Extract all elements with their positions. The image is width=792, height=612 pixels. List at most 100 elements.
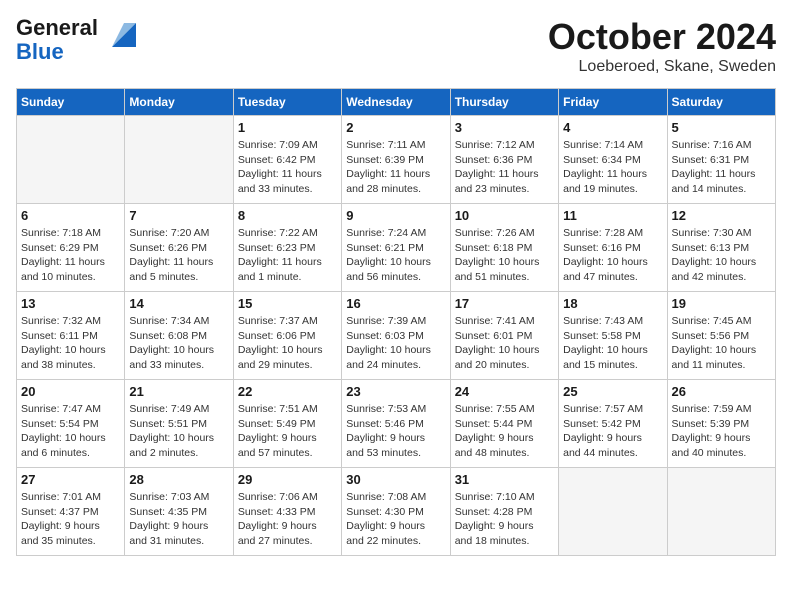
- col-wednesday: Wednesday: [342, 89, 450, 116]
- day-info: Sunrise: 7:45 AM Sunset: 5:56 PM Dayligh…: [672, 314, 771, 373]
- month-title: October 2024: [548, 16, 776, 58]
- table-row: 9 Sunrise: 7:24 AM Sunset: 6:21 PM Daylig…: [342, 204, 450, 292]
- day-number: 18: [563, 296, 662, 311]
- table-row: 2 Sunrise: 7:11 AM Sunset: 6:39 PM Daylig…: [342, 116, 450, 204]
- day-info: Sunrise: 7:24 AM Sunset: 6:21 PM Dayligh…: [346, 226, 445, 285]
- table-row: 26Sunrise: 7:59 AM Sunset: 5:39 PM Dayli…: [667, 380, 775, 468]
- day-number: 1: [238, 120, 337, 135]
- table-row: 20 Sunrise: 7:47 AM Sunset: 5:54 PM Dayli…: [17, 380, 125, 468]
- calendar-table: Sunday Monday Tuesday Wednesday Thursday…: [16, 88, 776, 556]
- logo-icon: [104, 19, 136, 47]
- calendar-week-row: 1 Sunrise: 7:09 AM Sunset: 6:42 PM Daylig…: [17, 116, 776, 204]
- table-row: 7 Sunrise: 7:20 AM Sunset: 6:26 PM Daylig…: [125, 204, 233, 292]
- day-info: Sunrise: 7:49 AM Sunset: 5:51 PM Dayligh…: [129, 402, 228, 461]
- table-row: 28Sunrise: 7:03 AM Sunset: 4:35 PM Dayli…: [125, 468, 233, 556]
- table-row: 13Sunrise: 7:32 AM Sunset: 6:11 PM Dayli…: [17, 292, 125, 380]
- col-sunday: Sunday: [17, 89, 125, 116]
- day-info: Sunrise: 7:43 AM Sunset: 5:58 PM Dayligh…: [563, 314, 662, 373]
- day-info: Sunrise: 7:51 AM Sunset: 5:49 PM Dayligh…: [238, 402, 337, 461]
- day-number: 14: [129, 296, 228, 311]
- table-row: 10 Sunrise: 7:26 AM Sunset: 6:18 PM Dayli…: [450, 204, 558, 292]
- location-subtitle: Loeberoed, Skane, Sweden: [548, 58, 776, 76]
- day-info: Sunrise: 7:57 AM Sunset: 5:42 PM Dayligh…: [563, 402, 662, 461]
- table-row: 6Sunrise: 7:18 AM Sunset: 6:29 PM Daylig…: [17, 204, 125, 292]
- day-number: 6: [21, 208, 120, 223]
- day-info: Sunrise: 7:03 AM Sunset: 4:35 PM Dayligh…: [129, 490, 228, 549]
- day-info: Sunrise: 7:26 AM Sunset: 6:18 PM Dayligh…: [455, 226, 554, 285]
- day-info: Sunrise: 7:28 AM Sunset: 6:16 PM Dayligh…: [563, 226, 662, 285]
- day-number: 3: [455, 120, 554, 135]
- calendar-week-row: 27 Sunrise: 7:01 AM Sunset: 4:37 PM Dayli…: [17, 468, 776, 556]
- day-number: 4: [563, 120, 662, 135]
- table-row: 4 Sunrise: 7:14 AM Sunset: 6:34 PM Daylig…: [559, 116, 667, 204]
- table-row: 15Sunrise: 7:37 AM Sunset: 6:06 PM Dayli…: [233, 292, 341, 380]
- day-number: 10: [455, 208, 554, 223]
- day-number: 19: [672, 296, 771, 311]
- col-thursday: Thursday: [450, 89, 558, 116]
- col-tuesday: Tuesday: [233, 89, 341, 116]
- day-number: 24: [455, 384, 554, 399]
- title-block: October 2024 Loeberoed, Skane, Sweden: [548, 16, 776, 76]
- day-number: 2: [346, 120, 445, 135]
- table-row: 23 Sunrise: 7:53 AM Sunset: 5:46 PM Dayli…: [342, 380, 450, 468]
- day-info: Sunrise: 7:20 AM Sunset: 6:26 PM Dayligh…: [129, 226, 228, 285]
- table-row: 29Sunrise: 7:06 AM Sunset: 4:33 PM Dayli…: [233, 468, 341, 556]
- day-info: Sunrise: 7:39 AM Sunset: 6:03 PM Dayligh…: [346, 314, 445, 373]
- day-number: 31: [455, 472, 554, 487]
- day-info: Sunrise: 7:06 AM Sunset: 4:33 PM Dayligh…: [238, 490, 337, 549]
- table-row: 16 Sunrise: 7:39 AM Sunset: 6:03 PM Dayli…: [342, 292, 450, 380]
- day-number: 21: [129, 384, 228, 399]
- day-info: Sunrise: 7:53 AM Sunset: 5:46 PM Dayligh…: [346, 402, 445, 461]
- table-row: [17, 116, 125, 204]
- day-number: 12: [672, 208, 771, 223]
- day-number: 27: [21, 472, 120, 487]
- day-number: 30: [346, 472, 445, 487]
- table-row: 5 Sunrise: 7:16 AM Sunset: 6:31 PM Daylig…: [667, 116, 775, 204]
- day-number: 7: [129, 208, 228, 223]
- day-info: Sunrise: 7:30 AM Sunset: 6:13 PM Dayligh…: [672, 226, 771, 285]
- logo-blue: Blue: [16, 39, 64, 64]
- day-info: Sunrise: 7:01 AM Sunset: 4:37 PM Dayligh…: [21, 490, 120, 549]
- calendar-week-row: 20 Sunrise: 7:47 AM Sunset: 5:54 PM Dayli…: [17, 380, 776, 468]
- day-number: 25: [563, 384, 662, 399]
- table-row: 1 Sunrise: 7:09 AM Sunset: 6:42 PM Daylig…: [233, 116, 341, 204]
- day-number: 17: [455, 296, 554, 311]
- day-number: 13: [21, 296, 120, 311]
- calendar-header-row: Sunday Monday Tuesday Wednesday Thursday…: [17, 89, 776, 116]
- day-number: 20: [21, 384, 120, 399]
- day-info: Sunrise: 7:41 AM Sunset: 6:01 PM Dayligh…: [455, 314, 554, 373]
- day-number: 22: [238, 384, 337, 399]
- col-saturday: Saturday: [667, 89, 775, 116]
- table-row: 8Sunrise: 7:22 AM Sunset: 6:23 PM Daylig…: [233, 204, 341, 292]
- day-number: 23: [346, 384, 445, 399]
- day-info: Sunrise: 7:09 AM Sunset: 6:42 PM Dayligh…: [238, 138, 337, 197]
- day-info: Sunrise: 7:55 AM Sunset: 5:44 PM Dayligh…: [455, 402, 554, 461]
- col-monday: Monday: [125, 89, 233, 116]
- page-header: General Blue October 2024 Loeberoed, Ska…: [16, 16, 776, 76]
- logo-general: General: [16, 15, 98, 40]
- day-number: 9: [346, 208, 445, 223]
- table-row: 27 Sunrise: 7:01 AM Sunset: 4:37 PM Dayli…: [17, 468, 125, 556]
- day-info: Sunrise: 7:11 AM Sunset: 6:39 PM Dayligh…: [346, 138, 445, 197]
- day-info: Sunrise: 7:47 AM Sunset: 5:54 PM Dayligh…: [21, 402, 120, 461]
- day-info: Sunrise: 7:34 AM Sunset: 6:08 PM Dayligh…: [129, 314, 228, 373]
- day-info: Sunrise: 7:22 AM Sunset: 6:23 PM Dayligh…: [238, 226, 337, 285]
- day-number: 5: [672, 120, 771, 135]
- table-row: 11Sunrise: 7:28 AM Sunset: 6:16 PM Dayli…: [559, 204, 667, 292]
- day-number: 15: [238, 296, 337, 311]
- table-row: [559, 468, 667, 556]
- table-row: 22 Sunrise: 7:51 AM Sunset: 5:49 PM Dayli…: [233, 380, 341, 468]
- day-info: Sunrise: 7:16 AM Sunset: 6:31 PM Dayligh…: [672, 138, 771, 197]
- table-row: 30 Sunrise: 7:08 AM Sunset: 4:30 PM Dayli…: [342, 468, 450, 556]
- table-row: 31Sunrise: 7:10 AM Sunset: 4:28 PM Dayli…: [450, 468, 558, 556]
- day-info: Sunrise: 7:08 AM Sunset: 4:30 PM Dayligh…: [346, 490, 445, 549]
- table-row: 3 Sunrise: 7:12 AM Sunset: 6:36 PM Daylig…: [450, 116, 558, 204]
- table-row: 17 Sunrise: 7:41 AM Sunset: 6:01 PM Dayli…: [450, 292, 558, 380]
- day-number: 16: [346, 296, 445, 311]
- table-row: 21 Sunrise: 7:49 AM Sunset: 5:51 PM Dayli…: [125, 380, 233, 468]
- table-row: 24 Sunrise: 7:55 AM Sunset: 5:44 PM Dayli…: [450, 380, 558, 468]
- calendar-week-row: 6Sunrise: 7:18 AM Sunset: 6:29 PM Daylig…: [17, 204, 776, 292]
- table-row: 19 Sunrise: 7:45 AM Sunset: 5:56 PM Dayli…: [667, 292, 775, 380]
- day-info: Sunrise: 7:14 AM Sunset: 6:34 PM Dayligh…: [563, 138, 662, 197]
- day-info: Sunrise: 7:12 AM Sunset: 6:36 PM Dayligh…: [455, 138, 554, 197]
